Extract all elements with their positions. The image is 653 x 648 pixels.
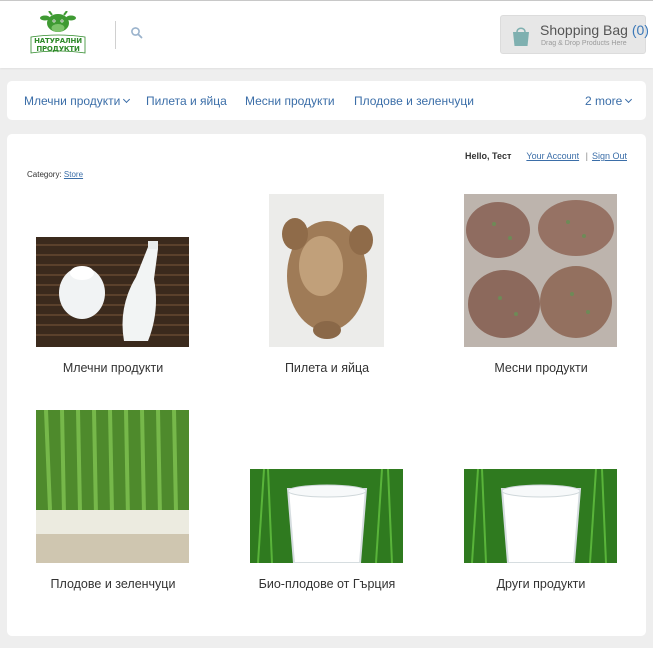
tile-image-other [464, 469, 617, 563]
greeting: Hello, Тест [465, 151, 512, 161]
logo-text-line2: ПРОДУКТИ [36, 45, 80, 53]
shopping-bag-icon [512, 25, 530, 47]
tile-image-fruits-vegetables [36, 410, 189, 563]
chevron-down-icon [625, 95, 633, 104]
bag-count: (0) [631, 22, 649, 38]
bag-title: Shopping Bag (0) [540, 22, 649, 38]
tile-image-bio-greece [250, 469, 403, 563]
tile-label: Млечни продукти [62, 361, 164, 375]
sign-out-link[interactable]: Sign Out [592, 151, 627, 161]
site-header: НАТУРАЛНИ ПРОДУКТИ Shopping Bag (0) Drag… [0, 0, 653, 68]
tile-label: Други продукти [496, 577, 586, 591]
tile-image-meat [464, 194, 617, 347]
category-nav: Млечни продукти Пилета и яйца Месни прод… [7, 81, 646, 120]
bag-subtitle: Drag & Drop Products Here [541, 40, 627, 47]
header-divider [115, 21, 116, 49]
nav-item-chicken-eggs[interactable]: Пилета и яйца [146, 94, 227, 108]
breadcrumb: Category: Store [27, 170, 83, 179]
shopping-bag[interactable]: Shopping Bag (0) Drag & Drop Products He… [500, 15, 649, 54]
your-account-link[interactable]: Your Account [526, 151, 579, 161]
logo-text: НАТУРАЛНИ ПРОДУКТИ [29, 37, 87, 53]
account-separator: | [585, 151, 588, 161]
tile-image-chicken-eggs [269, 194, 384, 347]
category-prefix: Category: [27, 170, 62, 179]
category-store-link[interactable]: Store [64, 170, 83, 179]
tile-label: Плодове и зеленчуци [50, 577, 176, 591]
tile-label: Пилета и яйца [284, 361, 370, 375]
bag-title-label: Shopping Bag [540, 22, 628, 38]
main-panel: Hello, Тест Your Account | Sign Out Categ… [7, 134, 646, 636]
account-links: Hello, Тест Your Account | Sign Out [465, 151, 627, 161]
nav-item-meat[interactable]: Месни продукти [245, 94, 335, 108]
chevron-down-icon [123, 95, 131, 104]
nav-item-label: Млечни продукти [24, 94, 121, 108]
search-icon[interactable] [130, 26, 144, 40]
tile-image-dairy [36, 237, 189, 347]
tile-label: Месни продукти [494, 361, 588, 375]
tile-label: Био-плодове от Гърция [258, 577, 396, 591]
nav-more[interactable]: 2 more [585, 94, 633, 108]
nav-more-label: 2 more [585, 94, 623, 108]
logo-text-line1: НАТУРАЛНИ [34, 37, 82, 45]
nav-item-fruits-vegetables[interactable]: Плодове и зеленчуци [354, 94, 474, 108]
site-logo[interactable]: НАТУРАЛНИ ПРОДУКТИ [29, 11, 87, 57]
nav-item-dairy[interactable]: Млечни продукти [24, 94, 131, 108]
